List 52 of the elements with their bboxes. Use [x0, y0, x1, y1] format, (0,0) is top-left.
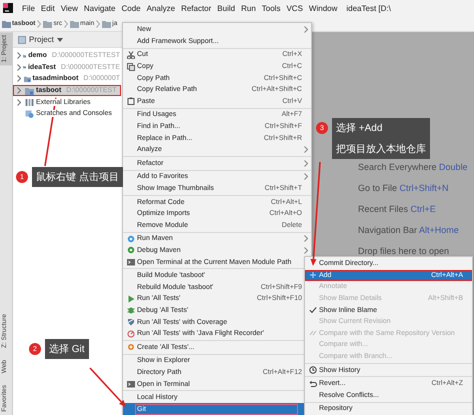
folder-icon [70, 20, 80, 28]
terminal-icon [126, 380, 134, 388]
menu-item[interactable]: Edit [40, 4, 55, 12]
callout-text: 选择 +Add [336, 122, 384, 135]
chevron-icon [64, 20, 68, 28]
clipboard-icon [126, 97, 134, 106]
menu-item[interactable]: Refactor [181, 4, 212, 12]
bug-icon [126, 306, 134, 314]
editor-hint: Go to File Ctrl+Shift+N [358, 183, 449, 194]
copy-icon [126, 62, 134, 71]
menu-item[interactable]: Window [308, 4, 338, 12]
test-icon [126, 343, 134, 352]
pointer-arrow [89, 367, 126, 407]
window-title: ideaTest [D:\ [346, 4, 391, 12]
play-icon [126, 294, 134, 303]
undo-icon [308, 380, 316, 388]
menu-item[interactable]: Navigate [84, 4, 116, 12]
scissors-icon [126, 50, 134, 59]
library-icon [25, 98, 34, 106]
callout-text: 鼠标右键 点击项目 [36, 170, 119, 184]
clock-icon [308, 366, 316, 374]
menu-item[interactable]: Build [217, 4, 236, 12]
scratches-icon [25, 110, 34, 118]
menu-item[interactable]: VCS [286, 4, 303, 12]
editor-hint: Search Everywhere Double [358, 162, 468, 173]
menu-item[interactable]: Run [241, 4, 256, 12]
panel-title: Project [29, 35, 54, 44]
project-icon [18, 36, 26, 44]
module-folder-icon [25, 86, 34, 95]
compare-icon [308, 329, 316, 338]
chevron-icon [96, 20, 100, 28]
dropdown-caret-icon [56, 38, 63, 42]
chevron-icon [37, 20, 42, 28]
menu-item[interactable]: Tools [262, 4, 280, 12]
menu-item[interactable]: Code [121, 4, 141, 12]
editor-hint: Drop files here to open [358, 246, 450, 257]
callout-text: 把项目放入本地仓库 [336, 142, 426, 156]
menu-item[interactable]: View [60, 4, 78, 12]
module-folder-icon [24, 74, 31, 83]
plus-icon [308, 271, 316, 280]
editor-hint: Navigation Bar Alt+Home [358, 225, 459, 236]
menu-item[interactable]: File [22, 4, 35, 12]
menu-item[interactable]: Analyze [146, 4, 176, 12]
terminal-icon [126, 258, 134, 266]
folder-icon [43, 20, 52, 28]
folder-icon [102, 20, 112, 28]
app-logo-icon [3, 3, 13, 13]
folder-icon [2, 20, 11, 28]
gauge-icon [126, 330, 134, 338]
callout-text: 选择 Git [49, 342, 85, 356]
editor-hint: Recent Files Ctrl+E [358, 204, 436, 215]
coverage-icon [126, 318, 134, 326]
